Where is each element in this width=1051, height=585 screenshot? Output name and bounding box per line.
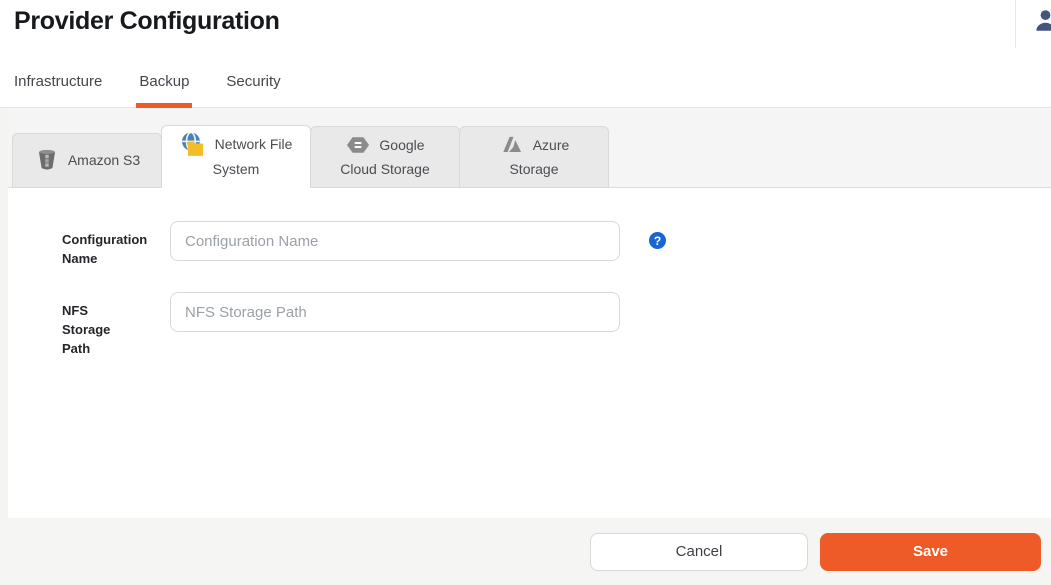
tab-backup-label: Backup [139, 73, 189, 90]
provider-tab-azure-storage[interactable]: Azure Storage [459, 126, 609, 188]
provider-tab-amazon-s3[interactable]: Amazon S3 [12, 133, 162, 188]
provider-tab-network-file-system[interactable]: Network File System [161, 125, 311, 188]
user-icon[interactable] [1033, 8, 1051, 38]
provider-tab-label: Google [379, 134, 424, 157]
page-title: Provider Configuration [14, 7, 280, 36]
tab-infrastructure[interactable]: Infrastructure [14, 56, 102, 107]
save-button[interactable]: Save [820, 533, 1041, 571]
nfs-storage-path-label: NFS Storage Path [62, 292, 170, 358]
provider-tab-label-line2: Cloud Storage [340, 158, 430, 181]
tab-backup[interactable]: Backup [139, 56, 189, 107]
provider-tab-label: Amazon S3 [68, 149, 140, 172]
question-mark-help-icon[interactable]: ? [649, 232, 666, 249]
tab-security-label: Security [226, 73, 280, 90]
configuration-name-label: Configuration Name [62, 221, 170, 268]
provider-tab-label-line2: Storage [509, 158, 558, 181]
configuration-name-row: Configuration Name ? [62, 221, 1051, 268]
provider-tab-label: Network File [215, 133, 293, 156]
amazon-s3-icon [34, 147, 60, 173]
header-right [1015, 0, 1051, 48]
backup-provider-panel: Amazon S3 Network File [8, 108, 1051, 518]
provider-tab-google-cloud-storage[interactable]: Google Cloud Storage [310, 126, 460, 188]
primary-tab-bar: Infrastructure Backup Security [0, 56, 1051, 108]
provider-tab-label-line2: System [213, 158, 260, 181]
nfs-storage-path-row: NFS Storage Path [62, 292, 1051, 358]
configuration-name-input[interactable] [170, 221, 620, 261]
footer-action-bar: Cancel Save [0, 518, 1051, 585]
network-file-system-icon [180, 131, 207, 158]
azure-storage-icon [499, 132, 525, 158]
google-cloud-storage-icon [345, 132, 371, 158]
tab-security[interactable]: Security [226, 56, 280, 107]
provider-tab-strip: Amazon S3 Network File [8, 108, 1051, 188]
cancel-button[interactable]: Cancel [590, 533, 808, 571]
tab-infrastructure-label: Infrastructure [14, 73, 102, 90]
header-divider [1015, 0, 1016, 48]
nfs-configuration-form: Configuration Name ? NFS Storage Path [8, 188, 1051, 518]
app-header: Provider Configuration [0, 0, 1051, 56]
nfs-storage-path-input[interactable] [170, 292, 620, 332]
provider-tab-label: Azure [533, 134, 570, 157]
